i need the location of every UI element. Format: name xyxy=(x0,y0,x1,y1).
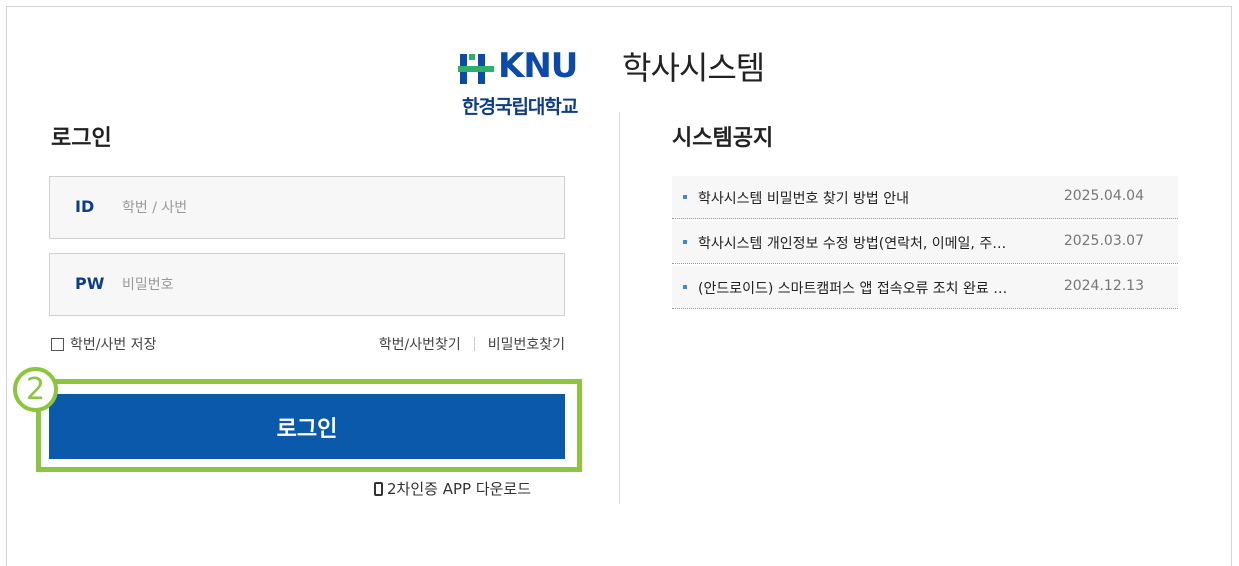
id-field[interactable]: ID xyxy=(49,176,565,239)
hknu-logo-icon xyxy=(458,54,494,84)
notice-item[interactable]: (안드로이드) 스마트캠퍼스 앱 접속오류 조치 완료 … 2024.12.13 xyxy=(672,266,1178,309)
pw-field[interactable]: PW xyxy=(49,253,565,316)
bullet-icon xyxy=(683,285,687,289)
bullet-icon xyxy=(683,240,687,244)
notice-item[interactable]: 학사시스템 개인정보 수정 방법(연락처, 이메일, 주… 2025.03.07 xyxy=(672,221,1178,264)
find-id-link[interactable]: 학번/사번찾기 xyxy=(379,334,461,354)
phone-icon xyxy=(374,481,383,496)
notice-item[interactable]: 학사시스템 비밀번호 찾기 방법 안내 2025.04.04 xyxy=(672,176,1178,219)
notice-date: 2025.03.07 xyxy=(1063,233,1144,249)
bullet-icon xyxy=(683,195,687,199)
id-label: ID xyxy=(75,197,95,216)
notice-date: 2025.04.04 xyxy=(1063,188,1144,204)
app-download-link[interactable]: 2차인증 APP 다운로드 xyxy=(374,478,531,499)
link-divider xyxy=(473,337,475,351)
notice-title[interactable]: 학사시스템 개인정보 수정 방법(연락처, 이메일, 주… xyxy=(698,233,1038,253)
save-id-option[interactable]: 학번/사번 저장 xyxy=(51,334,156,354)
system-title: 학사시스템 xyxy=(622,49,765,87)
login-heading: 로그인 xyxy=(51,126,112,151)
save-id-label: 학번/사번 저장 xyxy=(70,337,157,353)
university-name: 한경국립대학교 xyxy=(462,96,578,118)
section-divider xyxy=(619,112,620,504)
pw-input[interactable] xyxy=(120,268,544,302)
logo-brand-text: KNU xyxy=(498,46,578,86)
notice-title[interactable]: (안드로이드) 스마트캠퍼스 앱 접속오류 조치 완료 … xyxy=(698,278,1038,298)
notice-title[interactable]: 학사시스템 비밀번호 찾기 방법 안내 xyxy=(698,188,1038,208)
step-number-badge: 2 xyxy=(13,367,58,412)
app-download-label: 2차인증 APP 다운로드 xyxy=(387,480,532,498)
find-pw-link[interactable]: 비밀번호찾기 xyxy=(488,334,565,354)
step-highlight-box xyxy=(36,379,582,472)
notice-heading: 시스템공지 xyxy=(672,126,774,151)
id-input[interactable] xyxy=(120,191,544,225)
notice-list: 학사시스템 비밀번호 찾기 방법 안내 2025.04.04 학사시스템 개인정… xyxy=(672,176,1178,311)
save-id-checkbox[interactable] xyxy=(51,337,64,351)
pw-label: PW xyxy=(75,274,105,293)
find-links: 학번/사번찾기 비밀번호찾기 xyxy=(379,334,565,354)
notice-date: 2024.12.13 xyxy=(1063,278,1144,294)
